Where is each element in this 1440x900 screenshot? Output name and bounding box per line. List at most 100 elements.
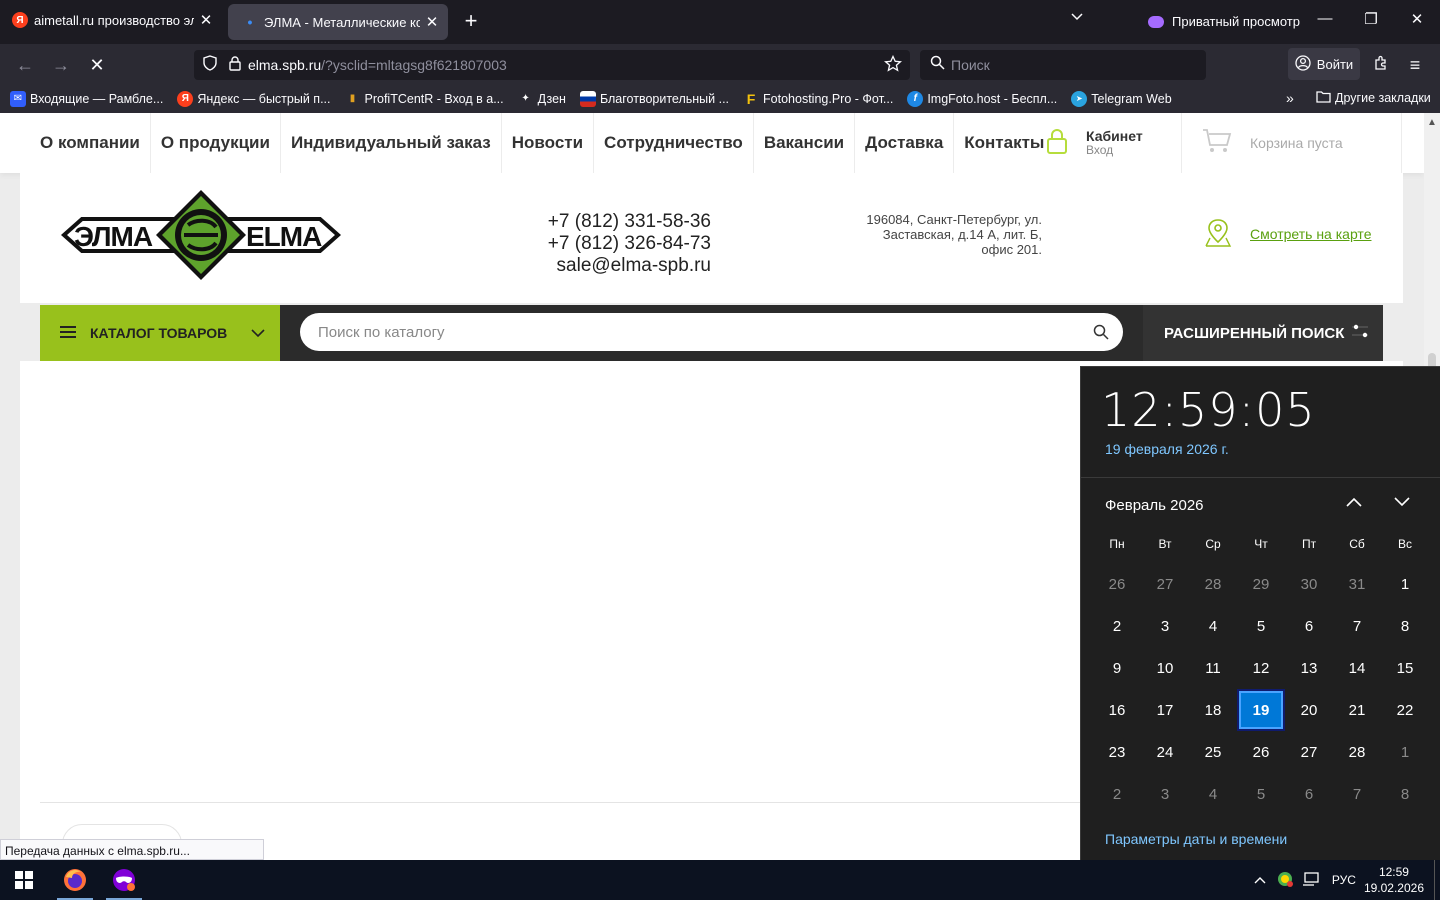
advanced-search-button[interactable]: РАСШИРЕННЫЙ ПОИСК [1143, 305, 1383, 361]
calendar-day[interactable]: 1 [1381, 563, 1429, 605]
nav-delivery[interactable]: Доставка [855, 113, 955, 173]
calendar-day[interactable]: 10 [1141, 647, 1189, 689]
bookmark-item[interactable]: ✦ Дзен [517, 90, 566, 107]
calendar-day[interactable]: 28 [1189, 563, 1237, 605]
calendar-day[interactable]: 7 [1333, 773, 1381, 815]
calendar-day[interactable]: 26 [1093, 563, 1141, 605]
tracking-shield-icon[interactable] [202, 54, 218, 76]
restore-icon[interactable]: ❐ [1356, 10, 1386, 28]
calendar-day[interactable]: 16 [1093, 689, 1141, 731]
show-desktop-button[interactable] [1434, 860, 1440, 900]
calendar-day[interactable]: 29 [1237, 563, 1285, 605]
stop-loading-icon[interactable]: ✕ [84, 52, 110, 78]
calendar-day[interactable]: 22 [1381, 689, 1429, 731]
nav-about-company[interactable]: О компании [30, 113, 151, 173]
calendar-day[interactable]: 26 [1237, 731, 1285, 773]
app-menu-hamburger-icon[interactable]: ≡ [1402, 52, 1428, 78]
date-time-settings-link[interactable]: Параметры даты и времени [1105, 831, 1287, 847]
calendar-day[interactable]: 28 [1333, 731, 1381, 773]
next-month-chevron-down-icon[interactable] [1393, 495, 1411, 513]
calendar-day[interactable]: 8 [1381, 773, 1429, 815]
nav-custom-order[interactable]: Индивидуальный заказ [281, 113, 502, 173]
calendar-day[interactable]: 17 [1141, 689, 1189, 731]
cabinet-login-link[interactable]: Кабинет Вход [1028, 113, 1182, 173]
bookmark-item[interactable]: ➤ Telegram Web [1071, 90, 1172, 107]
phone-2[interactable]: +7 (812) 326-84-73 [520, 233, 711, 255]
clock-date-link[interactable]: 19 февраля 2026 г. [1105, 441, 1229, 457]
close-tab-icon[interactable]: ✕ [198, 11, 214, 29]
calendar-day[interactable]: 30 [1285, 563, 1333, 605]
extensions-puzzle-icon[interactable] [1368, 52, 1394, 78]
calendar-day[interactable]: 13 [1285, 647, 1333, 689]
calendar-day[interactable]: 6 [1285, 605, 1333, 647]
catalog-menu-button[interactable]: КАТАЛОГ ТОВАРОВ [40, 305, 280, 361]
more-bookmarks-chevron-icon[interactable]: » [1286, 90, 1294, 106]
nav-vacancies[interactable]: Вакансии [754, 113, 856, 173]
catalog-search-input[interactable] [318, 323, 1078, 341]
forward-arrow-icon[interactable]: → [48, 52, 74, 78]
calendar-day[interactable]: 7 [1333, 605, 1381, 647]
calendar-day[interactable]: 25 [1189, 731, 1237, 773]
email-link[interactable]: sale@elma-spb.ru [520, 255, 711, 277]
calendar-day[interactable]: 5 [1237, 605, 1285, 647]
tab-elma-active[interactable]: • ЭЛМА - Металлические корпу ✕ [228, 4, 448, 40]
calendar-day[interactable]: 24 [1141, 731, 1189, 773]
network-icon[interactable] [1302, 871, 1320, 890]
taskbar-clock[interactable]: 12:59 19.02.2026 [1364, 864, 1424, 896]
minimize-icon[interactable]: — [1310, 10, 1340, 27]
lock-icon[interactable] [228, 55, 242, 76]
back-arrow-icon[interactable]: ← [12, 52, 38, 78]
close-tab-icon[interactable]: ✕ [424, 13, 440, 31]
calendar-day[interactable]: 20 [1285, 689, 1333, 731]
month-label[interactable]: Февраль 2026 [1105, 497, 1204, 514]
calendar-day[interactable]: 8 [1381, 605, 1429, 647]
calendar-day-today[interactable]: 19 [1237, 689, 1285, 731]
view-on-map-link[interactable]: Смотреть на карте [1250, 226, 1371, 242]
calendar-day[interactable]: 4 [1189, 773, 1237, 815]
calendar-day[interactable]: 9 [1093, 647, 1141, 689]
nav-about-products[interactable]: О продукции [151, 113, 281, 173]
bookmark-item[interactable]: Я Яндекс — быстрый п... [177, 90, 331, 107]
new-tab-button[interactable]: + [458, 8, 484, 34]
calendar-day[interactable]: 3 [1141, 773, 1189, 815]
bookmark-item[interactable]: f ImgFoto.host - Беспл... [907, 90, 1057, 107]
calendar-day[interactable]: 12 [1237, 647, 1285, 689]
show-hidden-icons-chevron-icon[interactable] [1254, 873, 1266, 887]
taskbar-firefox-private[interactable] [104, 860, 144, 900]
web-search-bar[interactable] [920, 50, 1206, 80]
bookmark-item[interactable]: ▬Благотворительный ... [579, 90, 729, 107]
previous-month-chevron-up-icon[interactable] [1345, 495, 1363, 513]
cart-link[interactable]: Корзина пуста [1184, 113, 1402, 173]
nav-cooperation[interactable]: Сотрудничество [594, 113, 754, 173]
calendar-day[interactable]: 18 [1189, 689, 1237, 731]
phone-1[interactable]: +7 (812) 331-58-36 [520, 211, 711, 233]
calendar-day[interactable]: 6 [1285, 773, 1333, 815]
calendar-day[interactable]: 11 [1189, 647, 1237, 689]
input-language-indicator[interactable]: РУС [1332, 873, 1356, 887]
bookmark-star-icon[interactable] [884, 54, 902, 78]
calendar-day[interactable]: 27 [1141, 563, 1189, 605]
other-bookmarks-folder[interactable]: Другие закладки [1316, 90, 1431, 106]
taskbar-firefox[interactable] [55, 860, 95, 900]
tab-aimetall[interactable]: Я aimetall.ru производство элект ✕ [8, 0, 218, 40]
catalog-search-box[interactable] [300, 313, 1123, 351]
calendar-day[interactable]: 3 [1141, 605, 1189, 647]
calendar-day[interactable]: 1 [1381, 731, 1429, 773]
close-window-icon[interactable]: ✕ [1402, 10, 1432, 28]
url-bar[interactable]: elma.spb.ru/?ysclid=mltagsg8f621807003 [194, 50, 910, 80]
list-all-tabs-chevron-icon[interactable] [1070, 10, 1084, 27]
calendar-day[interactable]: 21 [1333, 689, 1381, 731]
tray-app-icon[interactable] [1276, 870, 1294, 891]
calendar-day[interactable]: 4 [1189, 605, 1237, 647]
calendar-day[interactable]: 27 [1285, 731, 1333, 773]
start-button[interactable] [0, 860, 48, 900]
bookmark-item[interactable]: ▮ ProfiTCentR - Вход в а... [344, 90, 504, 107]
scroll-up-arrow-icon[interactable]: ▲ [1427, 117, 1437, 128]
calendar-day[interactable]: 5 [1237, 773, 1285, 815]
calendar-day[interactable]: 2 [1093, 773, 1141, 815]
sign-in-button[interactable]: Войти [1288, 48, 1360, 80]
nav-news[interactable]: Новости [502, 113, 595, 173]
calendar-day[interactable]: 2 [1093, 605, 1141, 647]
calendar-day[interactable]: 23 [1093, 731, 1141, 773]
bookmark-item[interactable]: ✉ Входящие — Рамбле... [10, 90, 163, 107]
